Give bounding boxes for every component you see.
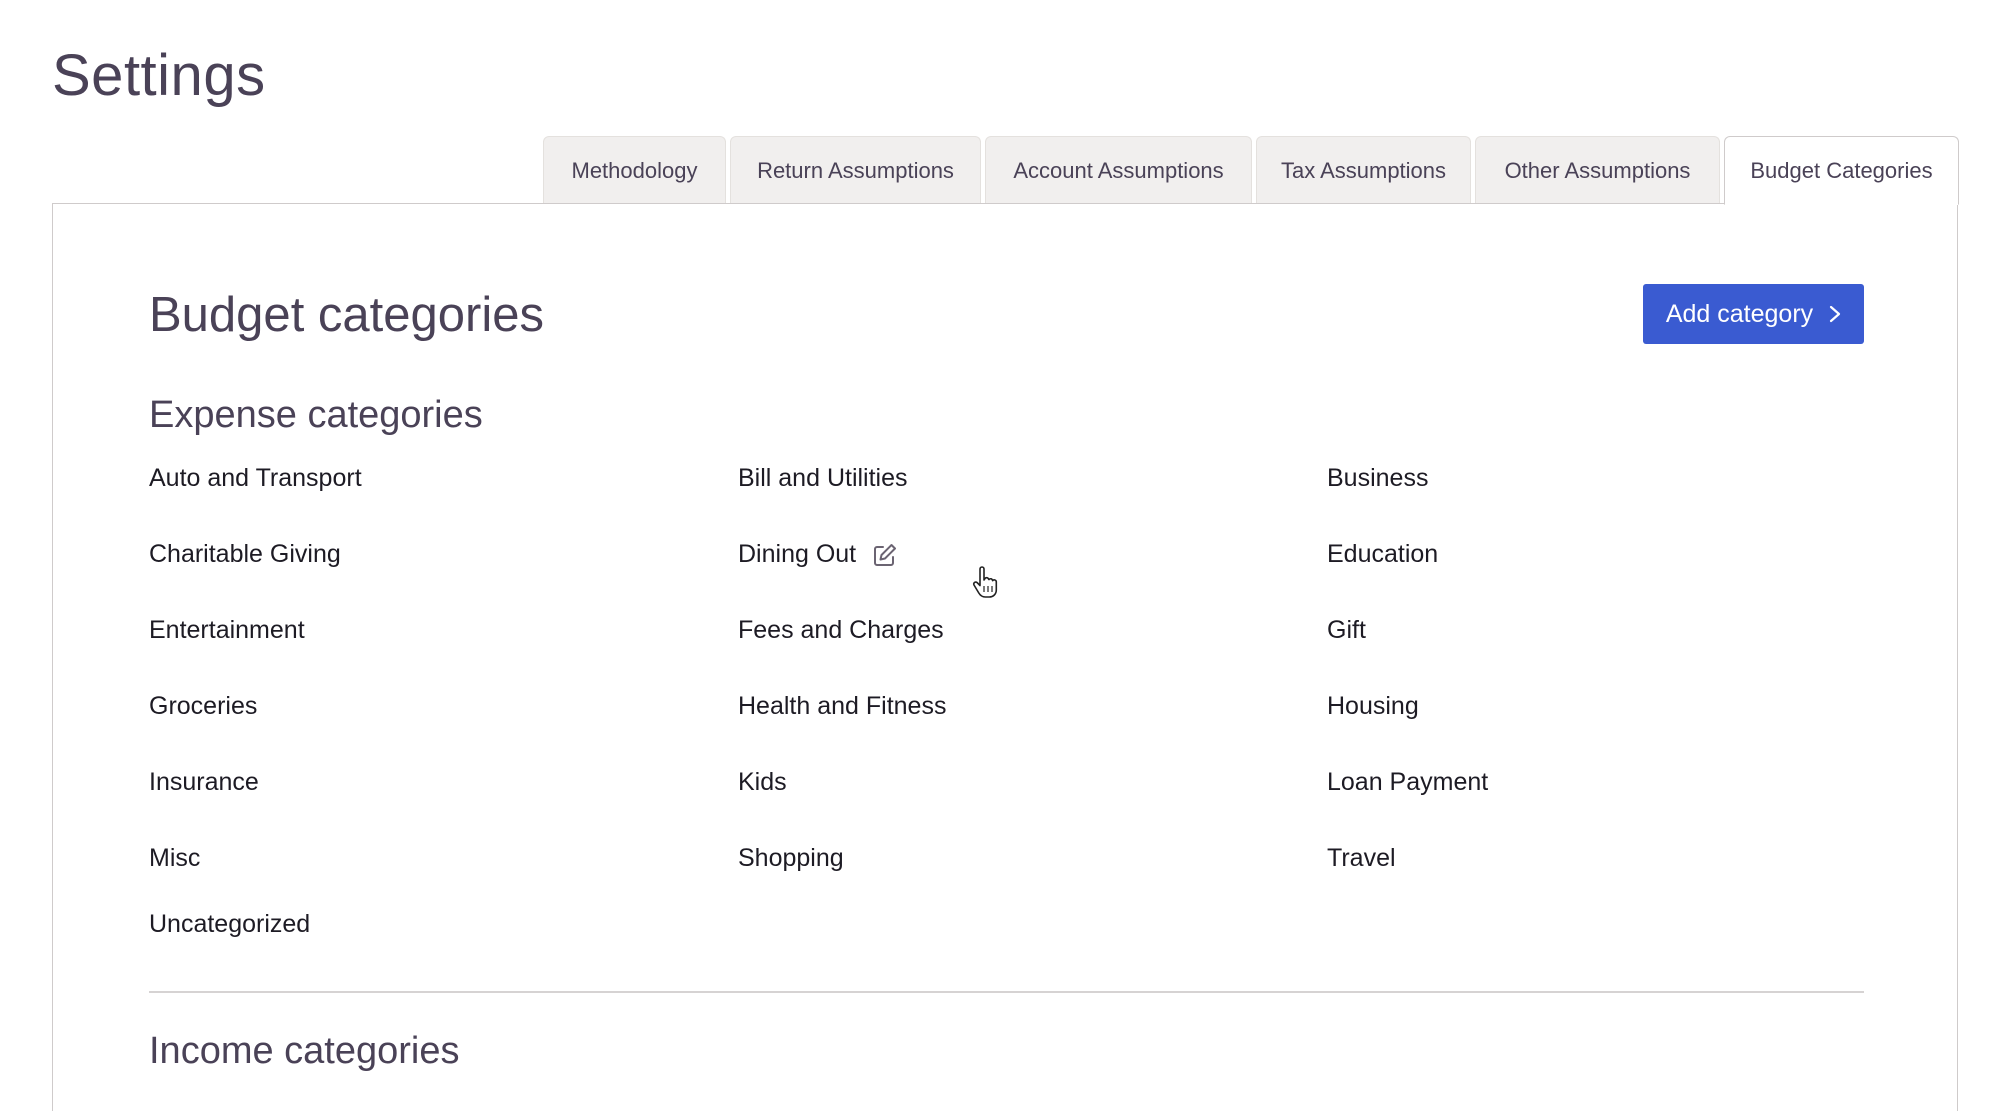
category-label: Bill and Utilities — [738, 464, 908, 492]
category-label: Education — [1327, 540, 1439, 568]
category-business[interactable]: Business — [1327, 464, 1428, 493]
category-label: Dining Out — [738, 540, 857, 568]
category-label: Misc — [149, 844, 201, 872]
category-entertainment[interactable]: Entertainment — [149, 616, 305, 645]
section-divider — [149, 991, 1864, 993]
tab-budget-categories[interactable]: Budget Categories — [1724, 136, 1959, 205]
category-label: Auto and Transport — [149, 464, 362, 492]
category-groceries[interactable]: Groceries — [149, 692, 257, 721]
category-kids[interactable]: Kids — [738, 768, 787, 797]
settings-tabs: Methodology Return Assumptions Account A… — [543, 136, 1959, 205]
category-label: Travel — [1327, 844, 1396, 872]
budget-categories-panel: Budget categories Add category Expense c… — [52, 203, 1958, 1111]
category-charitable-giving[interactable]: Charitable Giving — [149, 540, 341, 569]
category-bill-and-utilities[interactable]: Bill and Utilities — [738, 464, 908, 493]
category-health-and-fitness[interactable]: Health and Fitness — [738, 692, 946, 721]
expense-categories-title: Expense categories — [149, 394, 483, 436]
settings-page: Settings Methodology Return Assumptions … — [0, 0, 2000, 1111]
add-category-button[interactable]: Add category — [1643, 284, 1864, 344]
category-label: Business — [1327, 464, 1429, 492]
tab-account-assumptions[interactable]: Account Assumptions — [985, 136, 1252, 204]
category-label: Entertainment — [149, 616, 305, 644]
category-label: Fees and Charges — [738, 616, 944, 644]
category-label: Health and Fitness — [738, 692, 947, 720]
add-category-label: Add category — [1665, 299, 1814, 328]
page-title: Settings — [52, 43, 266, 108]
category-fees-and-charges[interactable]: Fees and Charges — [738, 616, 944, 645]
category-housing[interactable]: Housing — [1327, 692, 1419, 721]
category-loan-payment[interactable]: Loan Payment — [1327, 768, 1488, 797]
budget-categories-title: Budget categories — [149, 288, 544, 342]
tab-methodology[interactable]: Methodology — [543, 136, 726, 204]
category-label: Kids — [738, 768, 787, 796]
category-label: Shopping — [738, 844, 844, 872]
category-label: Charitable Giving — [149, 540, 341, 568]
category-label: Loan Payment — [1327, 768, 1489, 796]
category-education[interactable]: Education — [1327, 540, 1438, 569]
category-label: Uncategorized — [149, 910, 311, 938]
category-misc[interactable]: Misc — [149, 844, 200, 873]
category-gift[interactable]: Gift — [1327, 616, 1366, 645]
category-shopping[interactable]: Shopping — [738, 844, 844, 873]
chevron-right-icon — [1830, 305, 1841, 323]
category-uncategorized[interactable]: Uncategorized — [149, 910, 310, 939]
tab-return-assumptions[interactable]: Return Assumptions — [730, 136, 981, 204]
category-label: Groceries — [149, 692, 258, 720]
tab-tax-assumptions[interactable]: Tax Assumptions — [1256, 136, 1471, 204]
category-travel[interactable]: Travel — [1327, 844, 1396, 873]
category-insurance[interactable]: Insurance — [149, 768, 259, 797]
edit-icon[interactable] — [872, 542, 898, 568]
category-label: Housing — [1327, 692, 1419, 720]
category-dining-out[interactable]: Dining Out — [738, 540, 898, 569]
hand-cursor-icon — [972, 566, 998, 598]
category-auto-and-transport[interactable]: Auto and Transport — [149, 464, 362, 493]
income-categories-title: Income categories — [149, 1030, 460, 1072]
tab-other-assumptions[interactable]: Other Assumptions — [1475, 136, 1720, 204]
category-label: Insurance — [149, 768, 259, 796]
category-label: Gift — [1327, 616, 1366, 644]
